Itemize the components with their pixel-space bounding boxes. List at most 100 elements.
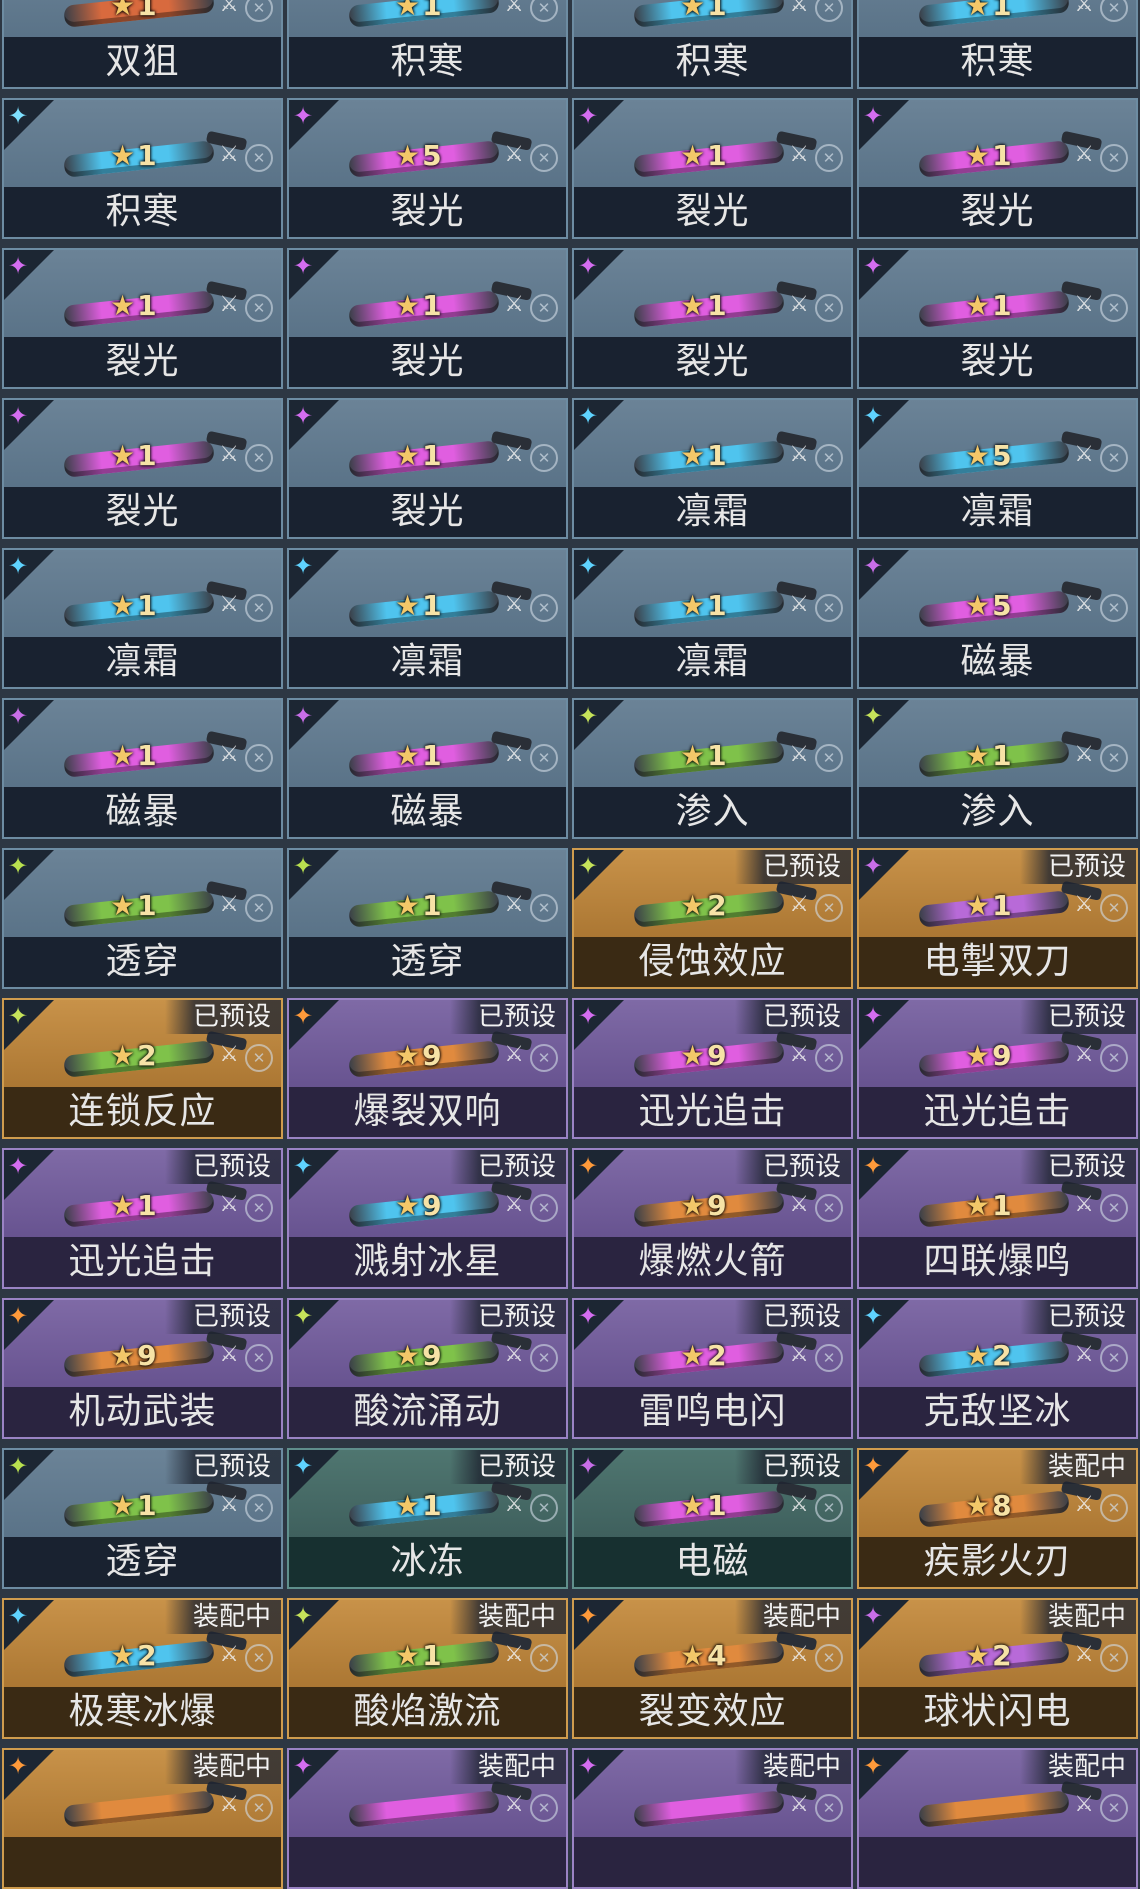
weapon-card-12[interactable]: ✦ ★1 ⚔ ✕ 裂光 [2,398,283,539]
close-circle-icon[interactable]: ✕ [245,1044,273,1072]
close-circle-icon[interactable]: ✕ [530,444,558,472]
weapon-card-24[interactable]: ✦ ★1 ⚔ ✕ 透穿 [2,848,283,989]
weapon-card-41[interactable]: ✦ ★1 ⚔ ✕ 已预设 冰冻 [287,1448,568,1589]
close-circle-icon[interactable]: ✕ [1100,0,1128,22]
weapon-card-31[interactable]: ✦ ★9 ⚔ ✕ 已预设 迅光追击 [857,998,1138,1139]
close-circle-icon[interactable]: ✕ [245,1644,273,1672]
close-circle-icon[interactable]: ✕ [1100,1644,1128,1672]
weapon-card-13[interactable]: ✦ ★1 ⚔ ✕ 裂光 [287,398,568,539]
close-circle-icon[interactable]: ✕ [530,1494,558,1522]
close-circle-icon[interactable]: ✕ [245,894,273,922]
close-circle-icon[interactable]: ✕ [245,1494,273,1522]
weapon-card-47[interactable]: ✦ ★2 ⚔ ✕ 装配中 球状闪电 [857,1598,1138,1739]
weapon-card-2[interactable]: ✦ ★1 ⚔ ✕ 积寒 [572,0,853,89]
weapon-card-4[interactable]: ✦ ★1 ⚔ ✕ 积寒 [2,98,283,239]
close-circle-icon[interactable]: ✕ [815,1644,843,1672]
close-circle-icon[interactable]: ✕ [245,144,273,172]
weapon-card-11[interactable]: ✦ ★1 ⚔ ✕ 裂光 [857,248,1138,389]
weapon-card-38[interactable]: ✦ ★2 ⚔ ✕ 已预设 雷鸣电闪 [572,1298,853,1439]
close-circle-icon[interactable]: ✕ [1100,1494,1128,1522]
weapon-card-5[interactable]: ✦ ★5 ⚔ ✕ 裂光 [287,98,568,239]
weapon-card-34[interactable]: ✦ ★9 ⚔ ✕ 已预设 爆燃火箭 [572,1148,853,1289]
weapon-card-20[interactable]: ✦ ★1 ⚔ ✕ 磁暴 [2,698,283,839]
weapon-card-9[interactable]: ✦ ★1 ⚔ ✕ 裂光 [287,248,568,389]
close-circle-icon[interactable]: ✕ [1100,1194,1128,1222]
weapon-card-17[interactable]: ✦ ★1 ⚔ ✕ 凛霜 [287,548,568,689]
close-circle-icon[interactable]: ✕ [245,744,273,772]
weapon-card-49[interactable]: ✦ ★ ⚔ ✕ 装配中 [287,1748,568,1889]
close-circle-icon[interactable]: ✕ [530,1344,558,1372]
close-circle-icon[interactable]: ✕ [815,1194,843,1222]
close-circle-icon[interactable]: ✕ [245,1344,273,1372]
close-circle-icon[interactable]: ✕ [530,144,558,172]
close-circle-icon[interactable]: ✕ [1100,1344,1128,1372]
close-circle-icon[interactable]: ✕ [530,0,558,22]
weapon-card-28[interactable]: ✦ ★2 ⚔ ✕ 已预设 连锁反应 [2,998,283,1139]
weapon-card-8[interactable]: ✦ ★1 ⚔ ✕ 裂光 [2,248,283,389]
weapon-card-40[interactable]: ✦ ★1 ⚔ ✕ 已预设 透穿 [2,1448,283,1589]
close-circle-icon[interactable]: ✕ [245,294,273,322]
close-circle-icon[interactable]: ✕ [815,594,843,622]
weapon-card-25[interactable]: ✦ ★1 ⚔ ✕ 透穿 [287,848,568,989]
close-circle-icon[interactable]: ✕ [245,444,273,472]
close-circle-icon[interactable]: ✕ [1100,744,1128,772]
weapon-card-35[interactable]: ✦ ★1 ⚔ ✕ 已预设 四联爆鸣 [857,1148,1138,1289]
weapon-card-0[interactable]: ✦ ★1 ⚔ ✕ 双狙 [2,0,283,89]
close-circle-icon[interactable]: ✕ [530,1044,558,1072]
weapon-card-46[interactable]: ✦ ★4 ⚔ ✕ 装配中 裂变效应 [572,1598,853,1739]
close-circle-icon[interactable]: ✕ [245,1794,273,1822]
weapon-card-27[interactable]: ✦ ★1 ⚔ ✕ 已预设 电掣双刀 [857,848,1138,989]
weapon-card-29[interactable]: ✦ ★9 ⚔ ✕ 已预设 爆裂双响 [287,998,568,1139]
close-circle-icon[interactable]: ✕ [530,294,558,322]
close-circle-icon[interactable]: ✕ [1100,144,1128,172]
close-circle-icon[interactable]: ✕ [1100,594,1128,622]
close-circle-icon[interactable]: ✕ [1100,294,1128,322]
weapon-card-19[interactable]: ✦ ★5 ⚔ ✕ 磁暴 [857,548,1138,689]
weapon-card-7[interactable]: ✦ ★1 ⚔ ✕ 裂光 [857,98,1138,239]
weapon-card-21[interactable]: ✦ ★1 ⚔ ✕ 磁暴 [287,698,568,839]
weapon-card-39[interactable]: ✦ ★2 ⚔ ✕ 已预设 克敌坚冰 [857,1298,1138,1439]
weapon-card-33[interactable]: ✦ ★9 ⚔ ✕ 已预设 溅射冰星 [287,1148,568,1289]
close-circle-icon[interactable]: ✕ [815,0,843,22]
close-circle-icon[interactable]: ✕ [815,444,843,472]
weapon-card-15[interactable]: ✦ ★5 ⚔ ✕ 凛霜 [857,398,1138,539]
close-circle-icon[interactable]: ✕ [1100,894,1128,922]
weapon-card-22[interactable]: ✦ ★1 ⚔ ✕ 渗入 [572,698,853,839]
weapon-card-26[interactable]: ✦ ★2 ⚔ ✕ 已预设 侵蚀效应 [572,848,853,989]
weapon-card-43[interactable]: ✦ ★8 ⚔ ✕ 装配中 疾影火刃 [857,1448,1138,1589]
close-circle-icon[interactable]: ✕ [1100,1044,1128,1072]
weapon-card-37[interactable]: ✦ ★9 ⚔ ✕ 已预设 酸流涌动 [287,1298,568,1439]
weapon-card-44[interactable]: ✦ ★2 ⚔ ✕ 装配中 极寒冰爆 [2,1598,283,1739]
weapon-card-10[interactable]: ✦ ★1 ⚔ ✕ 裂光 [572,248,853,389]
close-circle-icon[interactable]: ✕ [815,894,843,922]
weapon-card-16[interactable]: ✦ ★1 ⚔ ✕ 凛霜 [2,548,283,689]
weapon-card-45[interactable]: ✦ ★1 ⚔ ✕ 装配中 酸焰激流 [287,1598,568,1739]
close-circle-icon[interactable]: ✕ [815,1044,843,1072]
close-circle-icon[interactable]: ✕ [815,294,843,322]
close-circle-icon[interactable]: ✕ [245,0,273,22]
weapon-card-51[interactable]: ✦ ★ ⚔ ✕ 装配中 [857,1748,1138,1889]
weapon-card-23[interactable]: ✦ ★1 ⚔ ✕ 渗入 [857,698,1138,839]
weapon-card-6[interactable]: ✦ ★1 ⚔ ✕ 裂光 [572,98,853,239]
close-circle-icon[interactable]: ✕ [530,1794,558,1822]
weapon-card-48[interactable]: ✦ ★ ⚔ ✕ 装配中 [2,1748,283,1889]
close-circle-icon[interactable]: ✕ [1100,1794,1128,1822]
close-circle-icon[interactable]: ✕ [530,1644,558,1672]
weapon-card-36[interactable]: ✦ ★9 ⚔ ✕ 已预设 机动武装 [2,1298,283,1439]
close-circle-icon[interactable]: ✕ [1100,444,1128,472]
close-circle-icon[interactable]: ✕ [815,144,843,172]
close-circle-icon[interactable]: ✕ [815,744,843,772]
weapon-card-42[interactable]: ✦ ★1 ⚔ ✕ 已预设 电磁 [572,1448,853,1589]
weapon-card-30[interactable]: ✦ ★9 ⚔ ✕ 已预设 迅光追击 [572,998,853,1139]
weapon-card-3[interactable]: ✦ ★1 ⚔ ✕ 积寒 [857,0,1138,89]
close-circle-icon[interactable]: ✕ [530,1194,558,1222]
weapon-card-32[interactable]: ✦ ★1 ⚔ ✕ 已预设 迅光追击 [2,1148,283,1289]
weapon-card-18[interactable]: ✦ ★1 ⚔ ✕ 凛霜 [572,548,853,689]
close-circle-icon[interactable]: ✕ [530,894,558,922]
weapon-card-14[interactable]: ✦ ★1 ⚔ ✕ 凛霜 [572,398,853,539]
weapon-card-50[interactable]: ✦ ★ ⚔ ✕ 装配中 [572,1748,853,1889]
close-circle-icon[interactable]: ✕ [245,1194,273,1222]
close-circle-icon[interactable]: ✕ [245,594,273,622]
close-circle-icon[interactable]: ✕ [815,1794,843,1822]
weapon-card-1[interactable]: ✦ ★1 ⚔ ✕ 积寒 [287,0,568,89]
